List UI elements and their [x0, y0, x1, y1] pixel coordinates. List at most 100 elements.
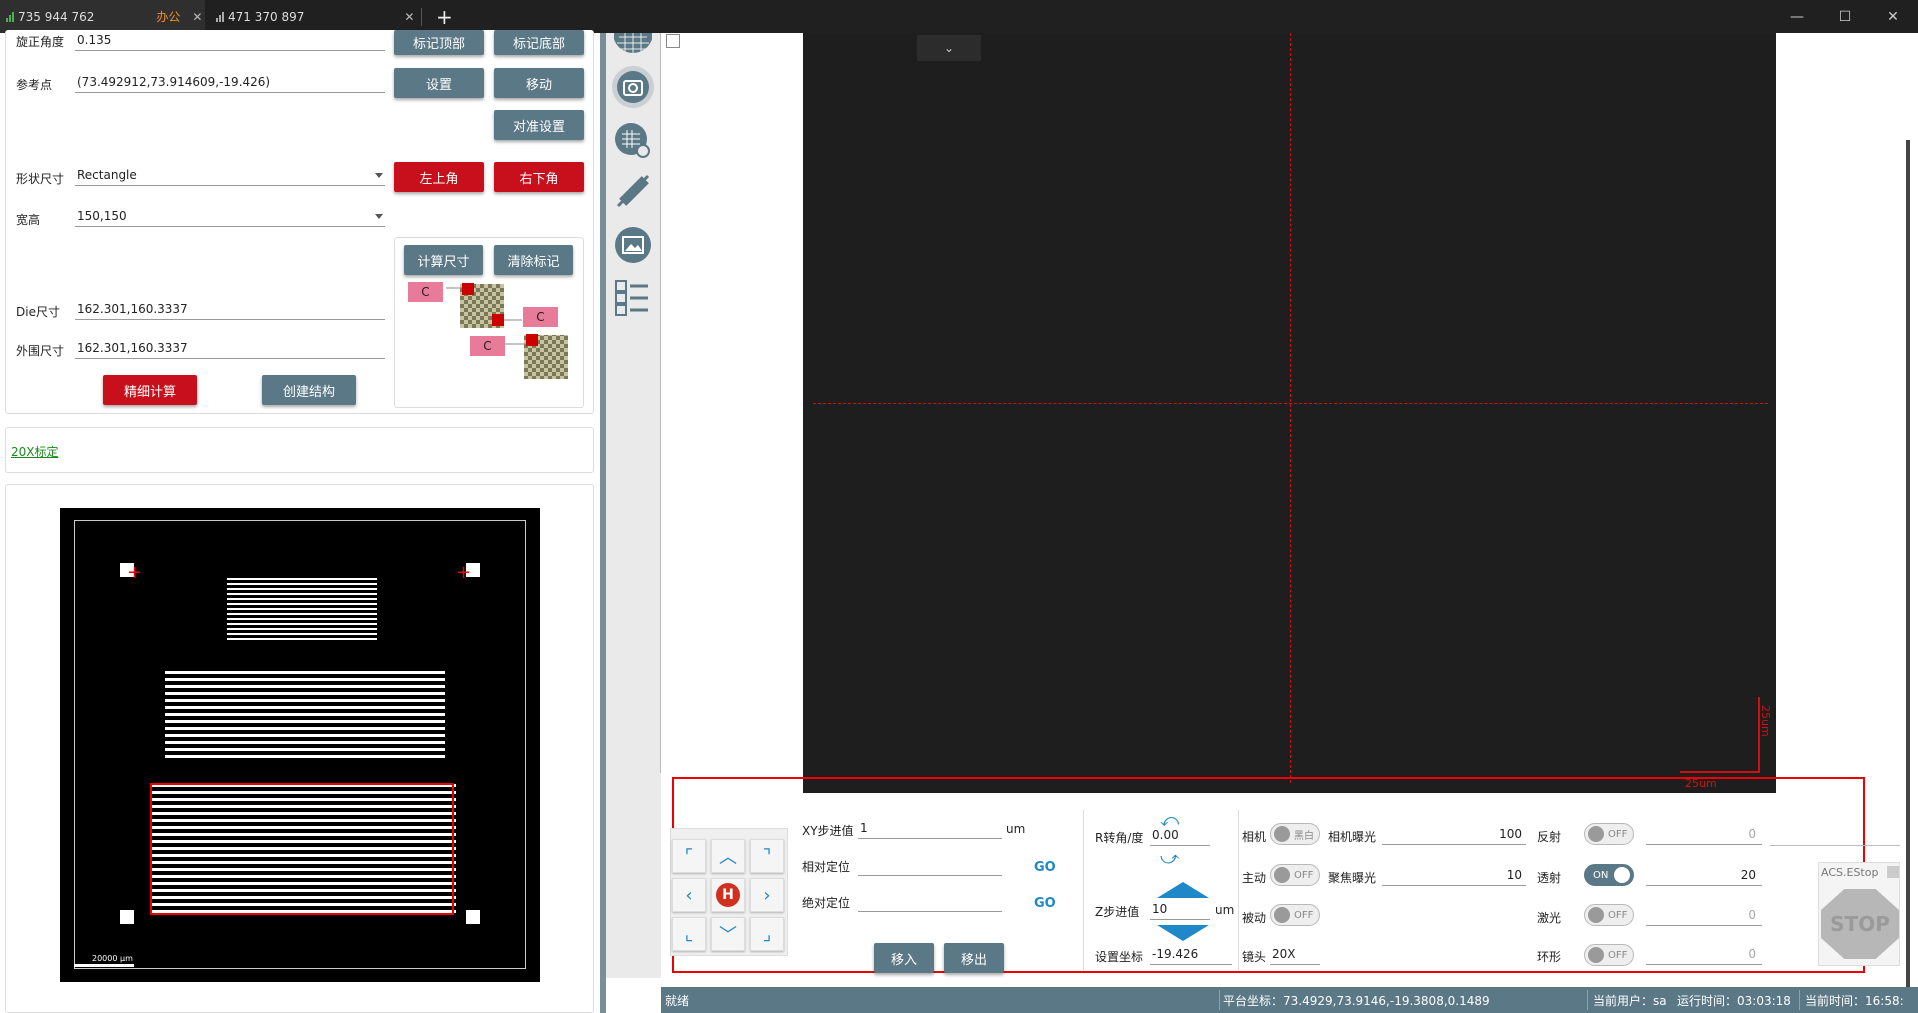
- align-settings-button[interactable]: 对准设置: [494, 110, 584, 140]
- camera-icon[interactable]: [612, 66, 654, 108]
- estop-button[interactable]: STOP: [1821, 889, 1899, 959]
- corner-mark: [120, 910, 134, 924]
- calibration-link[interactable]: 20X标定: [11, 443, 59, 460]
- scale-bar-horizontal: [1680, 771, 1760, 773]
- rotate-angle-field[interactable]: 0.135: [75, 31, 385, 51]
- fine-calc-button[interactable]: 精细计算: [103, 375, 197, 405]
- new-tab-button[interactable]: +: [436, 0, 453, 33]
- chevron-down-icon[interactable]: ⌄: [917, 35, 981, 61]
- laser-value[interactable]: 0: [1646, 906, 1762, 926]
- ring-label: 环形: [1537, 950, 1562, 964]
- jog-up-left-button[interactable]: ⌜: [672, 839, 706, 873]
- move-out-button[interactable]: 移出: [944, 943, 1004, 973]
- width-height-select[interactable]: 150,150: [75, 207, 385, 227]
- clear-marks-button[interactable]: 清除标记: [494, 245, 573, 275]
- set-coord-field[interactable]: -19.426: [1150, 945, 1232, 965]
- move-in-button[interactable]: 移入: [874, 943, 934, 973]
- xy-step-label: XY步进值: [802, 824, 854, 838]
- image-frame-icon[interactable]: [614, 226, 652, 267]
- ring-toggle[interactable]: OFF: [1584, 944, 1634, 966]
- overlay-checkbox[interactable]: [666, 34, 680, 48]
- camera-mode-label: 相机: [1242, 830, 1267, 844]
- status-bar: 就绪 平台坐标：73.4929,73.9146,-19.3808,0.1489 …: [661, 987, 1918, 1013]
- active-toggle[interactable]: OFF: [1270, 864, 1320, 886]
- z-step-label: Z步进值: [1095, 905, 1140, 919]
- jog-home-button[interactable]: H: [711, 878, 745, 912]
- absolute-pos-label: 绝对定位: [802, 896, 851, 910]
- close-window-button[interactable]: ✕: [1870, 0, 1916, 33]
- crosshair-horizontal: [813, 403, 1768, 404]
- ref-point-field[interactable]: (73.492912,73.914609,-19.426): [75, 73, 385, 93]
- relative-go-button[interactable]: GO: [1034, 860, 1056, 875]
- signal-icon: [216, 11, 224, 22]
- status-runtime: 运行时间：03:03:18: [1677, 994, 1791, 1008]
- lens-field[interactable]: 20X: [1270, 945, 1320, 965]
- separator: [1238, 810, 1239, 970]
- bottom-right-corner-button[interactable]: 右下角: [494, 162, 584, 192]
- z-up-button[interactable]: [1157, 882, 1209, 898]
- status-user: 当前用户：sa: [1593, 994, 1667, 1008]
- rotate-cw-icon[interactable]: ⤻: [1160, 848, 1179, 869]
- jog-up-button[interactable]: ︿: [711, 839, 745, 873]
- tab-session-1[interactable]: 735 944 762 办公 ✕: [0, 0, 205, 33]
- create-structure-button[interactable]: 创建结构: [262, 375, 356, 405]
- laser-toggle[interactable]: OFF: [1584, 904, 1634, 926]
- jog-up-right-button[interactable]: ⌝: [750, 839, 784, 873]
- tab-close-icon[interactable]: ✕: [192, 10, 202, 24]
- z-step-field[interactable]: 10: [1150, 900, 1210, 920]
- width-height-label: 宽高: [16, 213, 41, 227]
- jog-down-right-button[interactable]: ⌟: [750, 917, 784, 951]
- z-step-unit: um: [1215, 903, 1235, 917]
- jog-down-left-button[interactable]: ⌞: [672, 917, 706, 951]
- top-left-corner-button[interactable]: 左上角: [394, 162, 484, 192]
- xy-step-unit: um: [1006, 822, 1026, 836]
- reflect-value[interactable]: 0: [1646, 825, 1762, 845]
- status-divider: [1799, 990, 1800, 1010]
- transmit-toggle[interactable]: ON: [1584, 864, 1634, 886]
- jog-right-button[interactable]: ›: [750, 878, 784, 912]
- calibration-panel: [5, 427, 594, 473]
- calc-size-button[interactable]: 计算尺寸: [404, 245, 483, 275]
- reflect-label: 反射: [1537, 830, 1562, 844]
- tab-close-icon[interactable]: ✕: [404, 10, 414, 24]
- maximize-button[interactable]: ☐: [1822, 0, 1868, 33]
- relative-pos-label: 相对定位: [802, 860, 851, 874]
- mark-top-button[interactable]: 标记顶部: [394, 30, 484, 55]
- focus-exposure-label: 聚焦曝光: [1328, 871, 1377, 885]
- shape-size-select[interactable]: Rectangle: [75, 166, 385, 186]
- camera-view[interactable]: ⌄ 25um 25um: [803, 33, 1776, 793]
- absolute-pos-field[interactable]: [858, 892, 1002, 912]
- tab-session-2[interactable]: 471 370 897 ✕: [216, 0, 421, 33]
- jog-left-button[interactable]: ‹: [672, 878, 706, 912]
- camera-mode-toggle[interactable]: 黑白: [1270, 823, 1320, 845]
- checklist-icon[interactable]: [614, 278, 652, 319]
- outer-size-field[interactable]: 162.301,160.3337: [75, 339, 385, 359]
- selection-rectangle: [150, 783, 454, 915]
- transmit-value[interactable]: 20: [1646, 866, 1762, 886]
- passive-toggle[interactable]: OFF: [1270, 904, 1320, 926]
- status-divider: [1219, 990, 1220, 1010]
- jog-down-button[interactable]: ﹀: [711, 917, 745, 951]
- tab-tag: 办公: [156, 10, 181, 24]
- relative-pos-field[interactable]: [858, 856, 1002, 876]
- ring-value[interactable]: 0: [1646, 945, 1762, 965]
- mark-bottom-button[interactable]: 标记底部: [494, 30, 584, 55]
- die-size-field[interactable]: 162.301,160.3337: [75, 300, 385, 320]
- wafer-map[interactable]: + + 20000 μm: [60, 508, 540, 982]
- wafer-settings-icon[interactable]: [614, 122, 652, 163]
- absolute-go-button[interactable]: GO: [1034, 896, 1056, 911]
- grid-icon[interactable]: [614, 33, 652, 55]
- xy-step-field[interactable]: 1: [858, 819, 1002, 839]
- scrollbar[interactable]: [1906, 140, 1910, 1013]
- set-button[interactable]: 设置: [394, 68, 484, 98]
- marker-square: [526, 334, 538, 346]
- cam-exposure-field[interactable]: 100: [1382, 825, 1526, 845]
- estop-pin-icon: [1887, 866, 1899, 878]
- focus-exposure-field[interactable]: 10: [1382, 866, 1526, 886]
- reflect-toggle[interactable]: OFF: [1584, 823, 1634, 845]
- move-button[interactable]: 移动: [494, 68, 584, 98]
- z-down-button[interactable]: [1157, 925, 1209, 941]
- r-angle-field[interactable]: 0.00: [1150, 826, 1210, 846]
- ruler-icon[interactable]: [614, 172, 652, 213]
- minimize-button[interactable]: —: [1774, 0, 1820, 33]
